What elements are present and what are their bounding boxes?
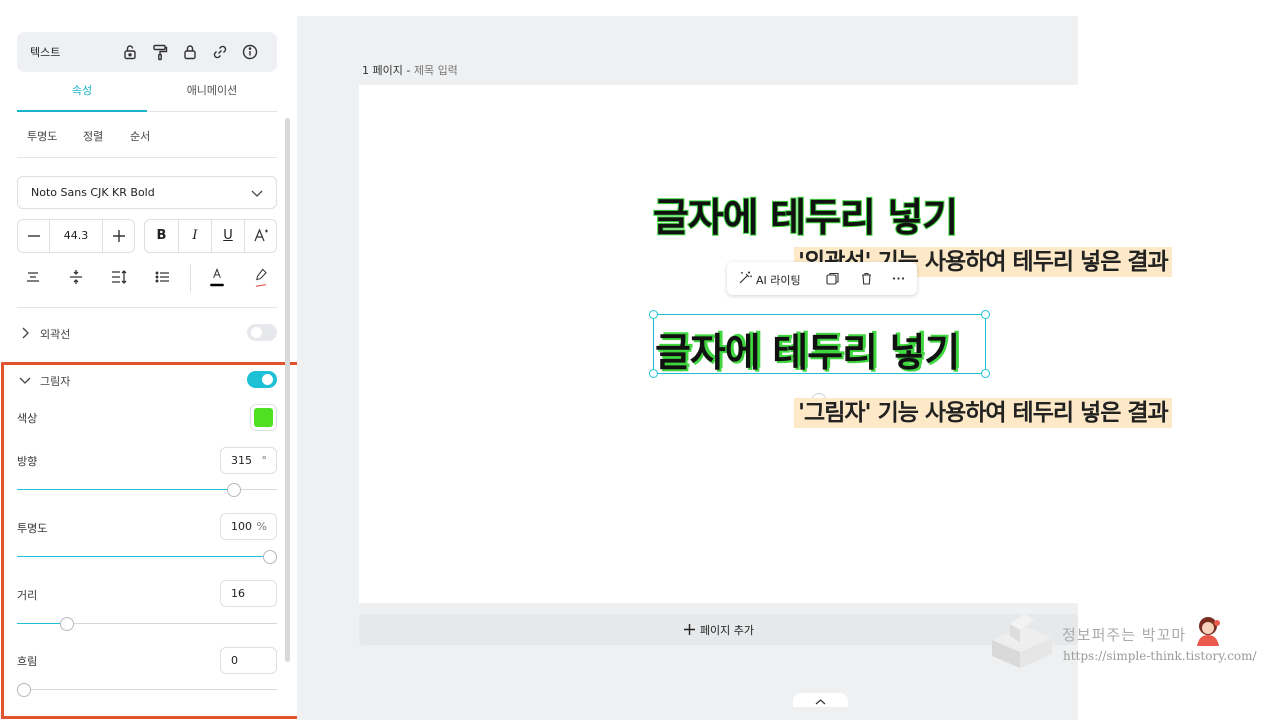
selection-box[interactable] (649, 310, 990, 378)
chevron-right-icon (22, 327, 29, 339)
shadow-section[interactable]: 그림자 (17, 368, 277, 392)
shadow-distance-value: 16 (231, 587, 245, 600)
text-style-buttons: B I U (144, 219, 277, 253)
outline-section[interactable]: 외곽선 (17, 321, 277, 345)
subtab-order[interactable]: 순서 (130, 128, 150, 144)
resize-handle[interactable] (649, 369, 658, 378)
shadow-direction-slider[interactable] (17, 483, 277, 497)
watermark-logo (992, 614, 1052, 668)
bottom-drawer-toggle[interactable] (793, 693, 848, 707)
info-icon[interactable] (241, 43, 259, 61)
shadow-blur-value: 0 (231, 654, 238, 667)
property-subtabs: 투명도 정렬 순서 (17, 118, 277, 158)
font-size-increase-button[interactable] (102, 220, 134, 252)
underline-button[interactable]: U (211, 220, 244, 252)
shadow-toggle[interactable] (247, 371, 277, 388)
font-family-select[interactable]: Noto Sans CJK KR Bold (17, 176, 277, 209)
shadow-opacity-input[interactable]: 100 % (220, 513, 277, 540)
section-divider (17, 307, 277, 308)
font-size-stepper: 44.3 (17, 219, 135, 253)
page-number-label: 1 페이지 - (362, 64, 411, 77)
tab-properties[interactable]: 속성 (17, 72, 147, 112)
link-icon[interactable] (211, 43, 229, 61)
outline-label: 외곽선 (40, 328, 71, 341)
degree-unit: ° (261, 454, 268, 467)
text-effect-icon (254, 228, 268, 242)
font-size-input[interactable]: 44.3 (50, 220, 102, 252)
list-icon[interactable] (152, 266, 174, 288)
shadow-distance-slider[interactable] (17, 617, 277, 631)
trash-icon[interactable] (859, 271, 874, 286)
ai-writing-button[interactable]: AI 라이팅 (756, 272, 801, 288)
watermark-url: https://simple-think.tistory.com/ (1063, 649, 1257, 663)
panel-scrollbar[interactable] (285, 118, 290, 662)
shadow-distance-input[interactable]: 16 (220, 580, 277, 607)
toolbar-divider (190, 264, 191, 292)
bold-button[interactable]: B (145, 220, 178, 252)
shadow-blur-slider[interactable] (17, 683, 277, 697)
font-size-decrease-button[interactable] (18, 220, 50, 252)
resize-handle[interactable] (981, 310, 990, 319)
more-icon[interactable] (891, 271, 906, 286)
line-spacing-icon[interactable] (108, 266, 130, 288)
shadow-direction-value: 315 (231, 454, 252, 467)
page-label[interactable]: 1 페이지 - 제목 입력 (362, 62, 458, 78)
vertical-align-icon[interactable] (65, 266, 87, 288)
font-family-value: Noto Sans CJK KR Bold (31, 186, 155, 199)
italic-button[interactable]: I (178, 220, 211, 252)
shadow-color-swatch[interactable] (250, 404, 277, 431)
panel-title: 텍스트 (30, 46, 61, 59)
shadow-blur-label: 흐림 (17, 655, 38, 668)
chevron-up-icon (815, 699, 826, 705)
shadow-color-label: 색상 (17, 412, 38, 425)
highlight-icon[interactable] (250, 266, 272, 292)
align-center-icon[interactable] (22, 266, 44, 288)
unlock-icon[interactable] (121, 43, 139, 61)
add-page-label: 페이지 추가 (699, 624, 755, 637)
tab-animation[interactable]: 애니메이션 (147, 72, 277, 112)
subtab-align[interactable]: 정렬 (83, 128, 103, 144)
chevron-down-icon (251, 190, 263, 197)
magic-wand-icon (739, 271, 752, 284)
shadow-distance-label: 거리 (17, 589, 38, 602)
panel-tabs: 속성 애니메이션 (17, 72, 277, 112)
headline-outline-text[interactable]: 글자에 테두리 넣기 (652, 187, 959, 243)
subtab-opacity[interactable]: 투명도 (27, 128, 57, 144)
shadow-label: 그림자 (40, 375, 71, 388)
minus-icon (28, 235, 40, 237)
outline-toggle[interactable] (247, 324, 277, 341)
shadow-direction-label: 방향 (17, 455, 38, 468)
shadow-opacity-label: 투명도 (17, 522, 48, 535)
watermark-name: 정보퍼주는 박꼬마 (1062, 626, 1187, 644)
floating-toolbar: AI 라이팅 (727, 262, 917, 295)
chevron-down-icon (19, 377, 31, 384)
plus-icon (683, 624, 695, 635)
page-title-input[interactable]: 제목 입력 (414, 64, 458, 77)
text-effect-button[interactable] (244, 220, 277, 252)
lock-icon[interactable] (181, 43, 199, 61)
shadow-direction-input[interactable]: 315 ° (220, 447, 277, 474)
copy-icon[interactable] (825, 271, 840, 286)
watermark-avatar-icon (1197, 617, 1220, 646)
add-page-button[interactable]: 페이지 추가 (359, 614, 1078, 645)
shadow-opacity-slider[interactable] (17, 550, 277, 564)
panel-header: 텍스트 (17, 32, 277, 72)
resize-handle[interactable] (981, 369, 990, 378)
shadow-caption[interactable]: '그림자' 기능 사용하여 테두리 넣은 결과 (794, 398, 1172, 428)
resize-handle[interactable] (649, 310, 658, 319)
properties-panel: 텍스트 속성 애니메이션 투명도 정렬 순서 Noto Sans CJK KR … (0, 0, 307, 720)
text-color-icon[interactable] (206, 266, 228, 292)
shadow-blur-input[interactable]: 0 (220, 647, 277, 674)
plus-icon (113, 230, 125, 242)
percent-unit: % (256, 520, 267, 533)
paint-roller-icon[interactable] (151, 43, 169, 61)
shadow-opacity-value: 100 (231, 520, 252, 533)
